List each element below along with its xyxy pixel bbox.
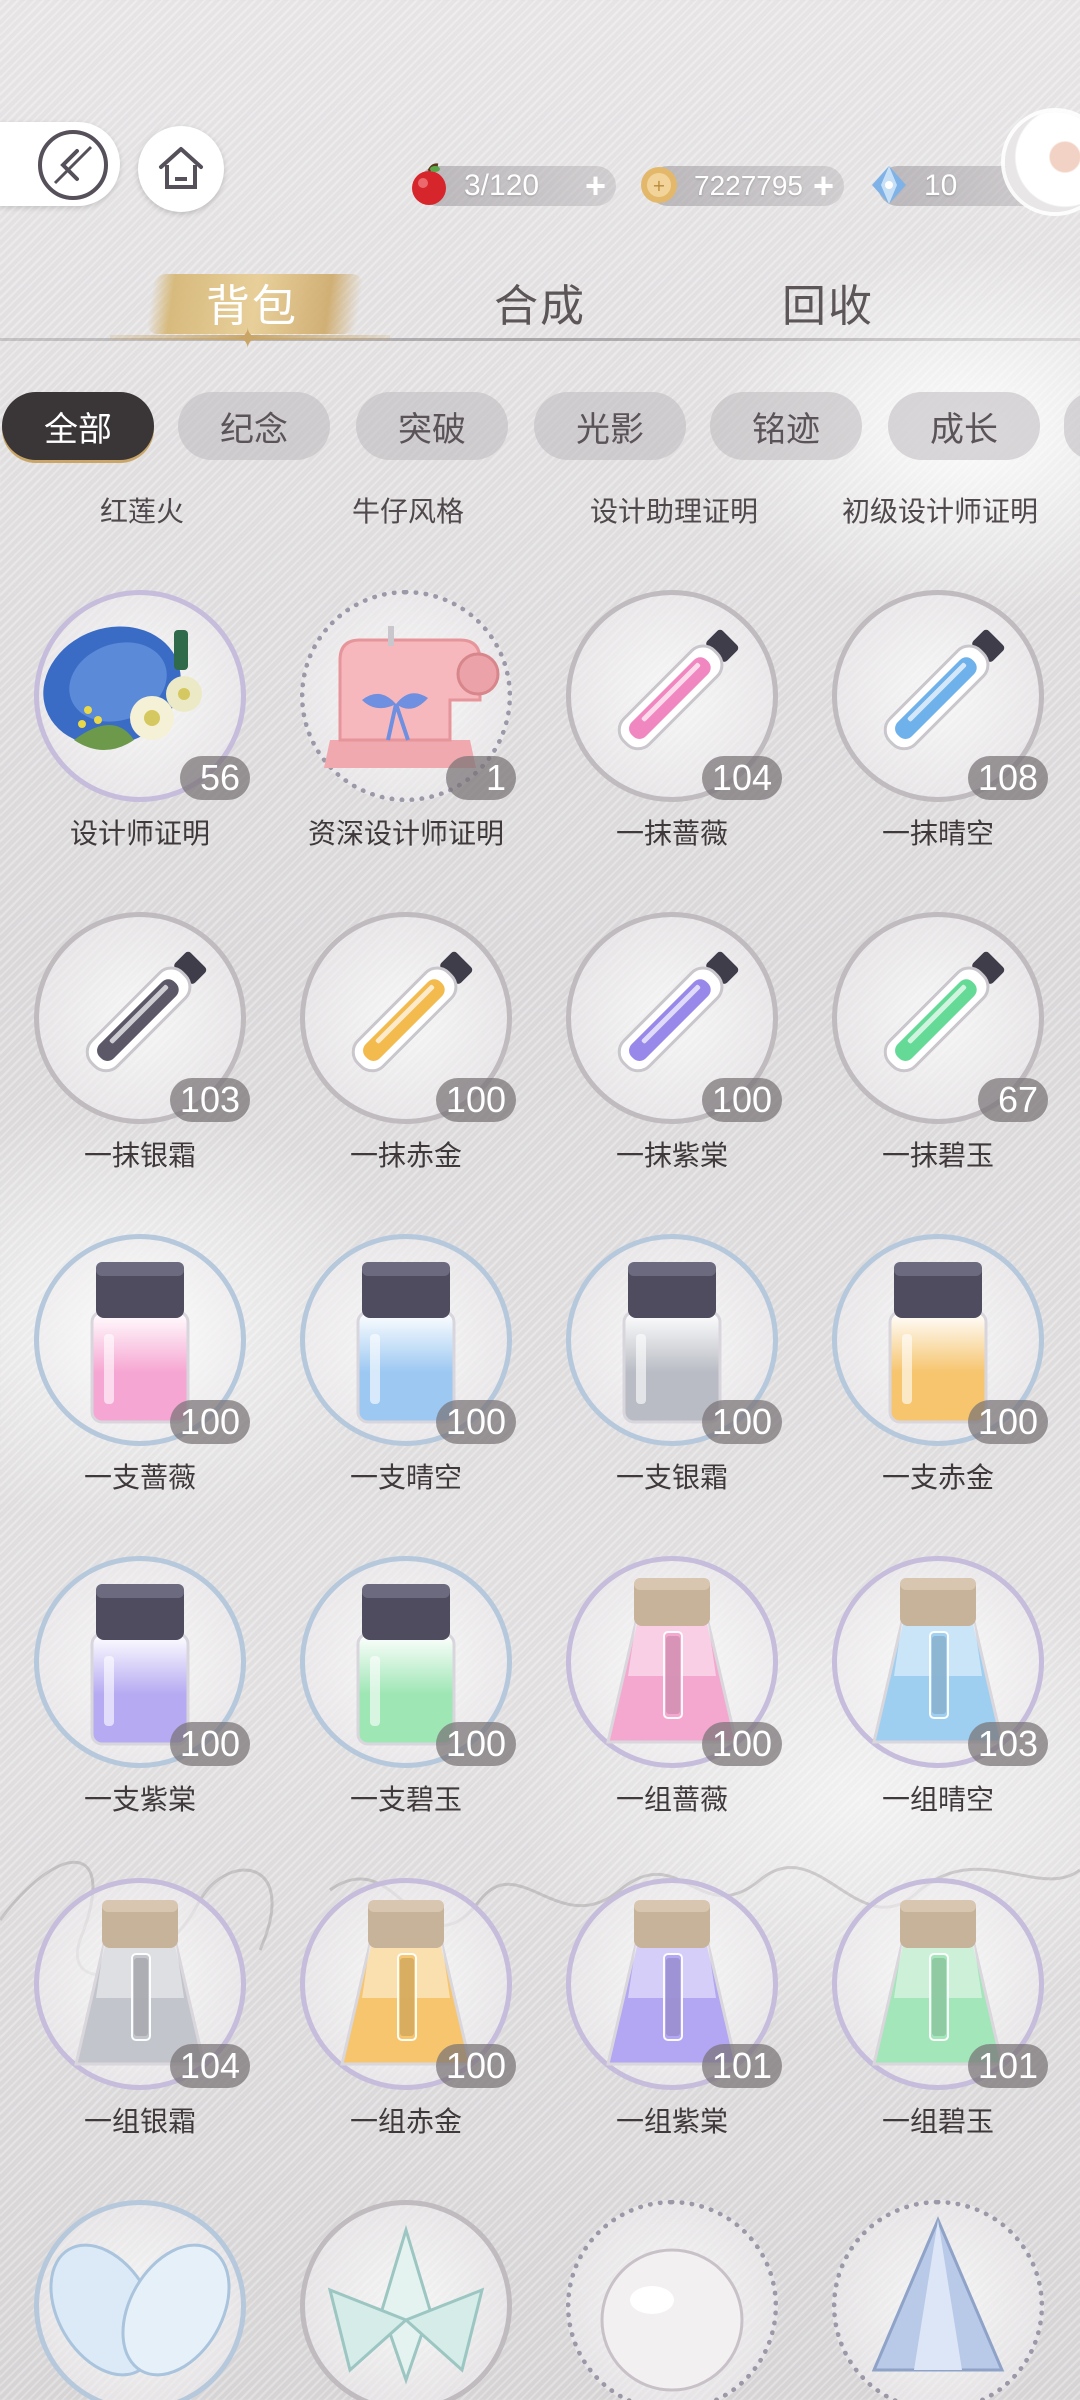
inventory-item[interactable]: 108 <box>832 590 1048 802</box>
filter-inscription[interactable]: 铭迹 <box>710 392 862 460</box>
item-count: 1 <box>446 756 516 800</box>
item-count: 100 <box>701 1400 782 1444</box>
tab-synthesis[interactable]: 合成 <box>440 270 640 334</box>
item-count: 100 <box>701 1078 782 1122</box>
inventory-item[interactable]: 100 <box>566 1234 782 1446</box>
item-name: 一抹碧玉 <box>881 1139 994 1172</box>
stamina-counter: 3/120 + <box>412 163 616 206</box>
item-count: 100 <box>435 2044 516 2088</box>
inventory-item[interactable]: 56 <box>34 590 250 802</box>
item-count: 101 <box>701 2044 782 2088</box>
inventory-item[interactable]: 104 <box>566 590 782 802</box>
item-count: 100 <box>169 1722 250 1766</box>
diamond-gem-icon <box>872 166 906 204</box>
item-name: 一支晴空 <box>349 1461 462 1494</box>
item-name: 一支紫棠 <box>83 1783 196 1816</box>
inventory-item[interactable] <box>832 2200 1044 2400</box>
item-label: 初级设计师证明 <box>841 495 1038 528</box>
inventory-item[interactable] <box>566 2200 778 2400</box>
inventory-item[interactable]: 100 <box>34 1234 250 1446</box>
item-count: 100 <box>701 1722 782 1766</box>
item-count: 100 <box>435 1400 516 1444</box>
item-name: 一组碧玉 <box>881 2105 994 2138</box>
item-name: 一抹蔷薇 <box>615 817 728 850</box>
apple-stamina-icon <box>412 163 446 205</box>
item-name: 一组银霜 <box>83 2105 196 2138</box>
stamina-value: 3/120 <box>464 169 540 202</box>
home-button[interactable] <box>138 126 224 212</box>
inventory-item[interactable] <box>34 2200 246 2400</box>
item-count: 67 <box>978 1078 1048 1122</box>
item-name: 一抹晴空 <box>881 817 994 850</box>
item-count: 108 <box>967 756 1048 800</box>
item-name: 一支赤金 <box>881 1461 994 1494</box>
item-count: 104 <box>169 2044 250 2088</box>
item-count: 101 <box>967 2044 1048 2088</box>
item-name: 一支银霜 <box>615 1461 728 1494</box>
filter-breakthrough[interactable]: 突破 <box>356 392 508 460</box>
item-name: 一组赤金 <box>349 2105 462 2138</box>
inventory-item[interactable]: 101 <box>832 1878 1048 2090</box>
filter-more[interactable] <box>1064 392 1080 460</box>
filter-growth[interactable]: 成长 <box>888 392 1040 460</box>
add-stamina-button[interactable]: + <box>585 166 606 206</box>
filter-all[interactable]: 全部 <box>2 392 154 460</box>
inventory-item[interactable]: 101 <box>566 1878 782 2090</box>
item-name: 设计师证明 <box>69 817 210 850</box>
item-count: 56 <box>180 756 250 800</box>
gold-counter: + 7227795 + <box>641 166 844 206</box>
inventory-item[interactable]: 100 <box>300 912 516 1124</box>
back-arrow-icon <box>38 130 108 200</box>
item-label: 牛仔风格 <box>351 495 464 528</box>
item-count: 103 <box>967 1722 1048 1766</box>
item-name: 一组蔷薇 <box>615 1783 728 1816</box>
inventory-item[interactable]: 67 <box>832 912 1048 1124</box>
item-name: 一组晴空 <box>881 1783 994 1816</box>
item-name: 资深设计师证明 <box>307 817 504 850</box>
item-count: 104 <box>701 756 782 800</box>
filter-memorial[interactable]: 纪念 <box>178 392 330 460</box>
item-count: 100 <box>169 1400 250 1444</box>
add-gold-button[interactable]: + <box>813 166 834 206</box>
svg-text:+: + <box>652 176 665 195</box>
home-icon <box>159 147 203 189</box>
inventory-item[interactable]: 100 <box>832 1234 1048 1446</box>
gem-value: 10 <box>924 169 958 202</box>
filter-light-shadow[interactable]: 光影 <box>534 392 686 460</box>
inventory-item[interactable]: 100 <box>300 1878 516 2090</box>
item-name: 一抹紫棠 <box>615 1139 728 1172</box>
item-count: 100 <box>967 1400 1048 1444</box>
item-name: 一支碧玉 <box>349 1783 462 1816</box>
inventory-item[interactable]: 100 <box>300 1556 516 1768</box>
item-count: 100 <box>435 1722 516 1766</box>
inventory-item[interactable]: 100 <box>34 1556 250 1768</box>
inventory-item[interactable]: 1 <box>300 590 516 802</box>
inventory-item[interactable]: 100 <box>566 912 782 1124</box>
item-count: 100 <box>435 1078 516 1122</box>
gold-value: 7227795 <box>694 170 804 201</box>
inventory-item[interactable]: 100 <box>300 1234 516 1446</box>
item-name: 一抹赤金 <box>349 1139 462 1172</box>
inventory-item[interactable] <box>300 2200 512 2400</box>
tab-recycle[interactable]: 回收 <box>728 270 928 334</box>
item-label: 红莲火 <box>99 495 184 528</box>
gold-coin-icon: + <box>641 167 677 203</box>
item-name: 一组紫棠 <box>615 2105 728 2138</box>
sparkle-icon: ✦ <box>236 323 260 354</box>
item-name: 一支蔷薇 <box>83 1461 196 1494</box>
back-button[interactable] <box>0 122 120 206</box>
item-count: 103 <box>169 1078 250 1122</box>
inventory-item[interactable]: 104 <box>34 1878 250 2090</box>
inventory-item[interactable]: 100 <box>566 1556 782 1768</box>
item-name: 一抹银霜 <box>83 1139 196 1172</box>
inventory-item[interactable]: 103 <box>832 1556 1048 1768</box>
inventory-item[interactable]: 103 <box>34 912 250 1124</box>
item-label: 设计助理证明 <box>589 495 758 528</box>
